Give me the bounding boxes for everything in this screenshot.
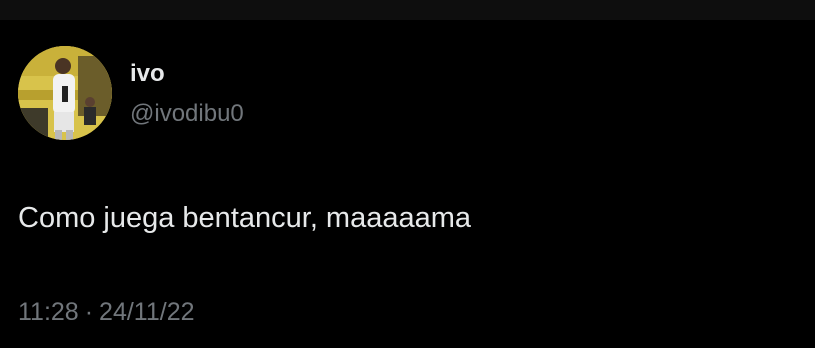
- top-bar: [0, 0, 815, 20]
- tweet-timestamp[interactable]: 11:28 · 24/11/22: [18, 297, 195, 327]
- tweet-text: Como juega bentancur, maaaaama: [18, 202, 472, 234]
- meta-separator: ·: [84, 298, 94, 326]
- author-display-name[interactable]: ivo: [130, 60, 165, 88]
- tweet-detail-view: ivo @ivodibu0 Como juega bentancur, maaa…: [0, 0, 815, 348]
- avatar-photo: [18, 46, 112, 140]
- tweet-date: 24/11/22: [99, 298, 195, 326]
- author-handle[interactable]: @ivodibu0: [130, 100, 244, 128]
- avatar[interactable]: [18, 46, 112, 140]
- tweet-time: 11:28: [18, 298, 79, 326]
